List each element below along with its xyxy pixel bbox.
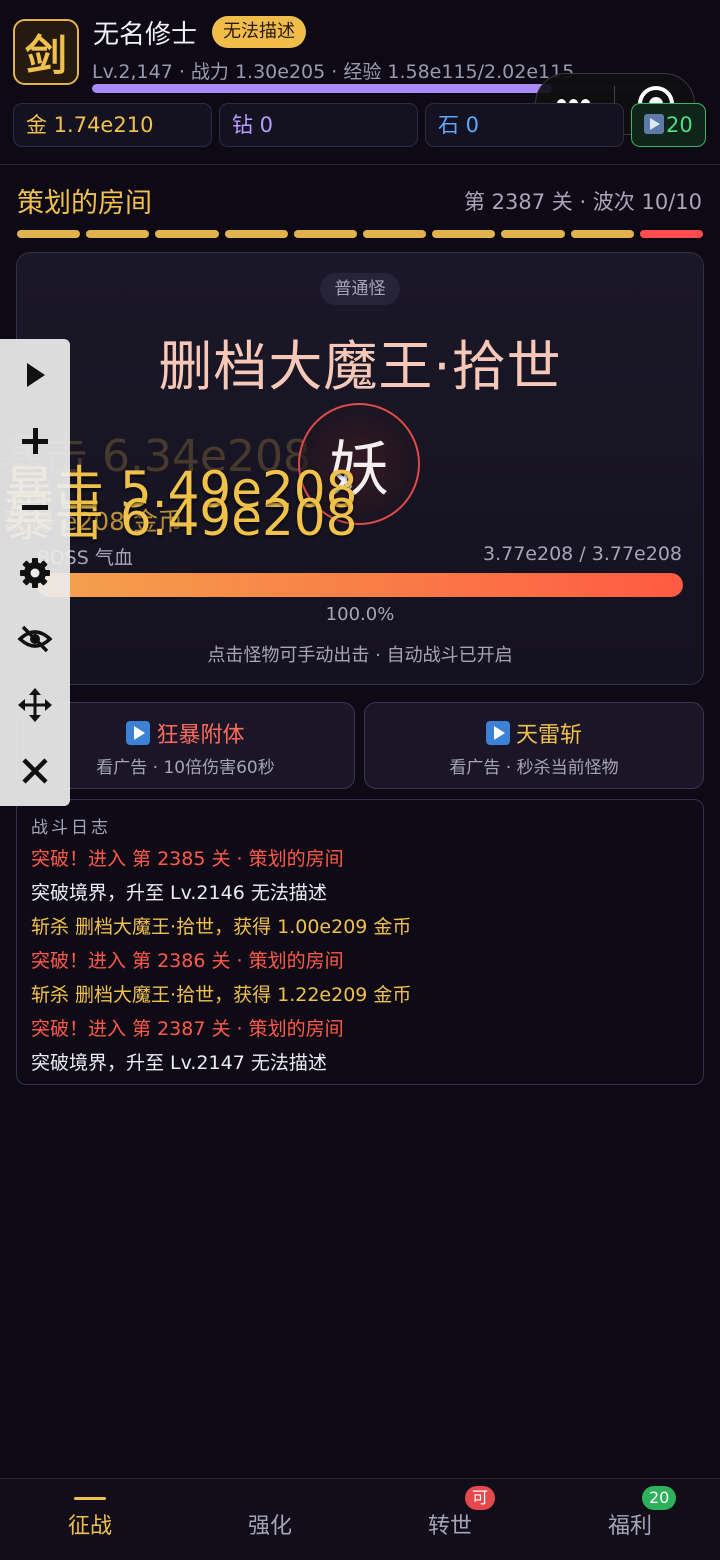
nav-tab-welfare[interactable]: 福利 xyxy=(540,1508,720,1540)
wave-segment xyxy=(570,230,634,238)
log-entry: 斩杀 删档大魔王·拾世，获得 1.00e209 金币 xyxy=(31,916,412,938)
ad-counter-button[interactable]: 20 xyxy=(631,103,706,147)
stone-resource: 石 0 xyxy=(425,103,624,147)
exp-bar-fill xyxy=(92,84,553,93)
settings-icon[interactable] xyxy=(12,550,58,596)
log-entry: 突破！进入 第 2386 关 · 策划的房间 xyxy=(31,950,344,972)
zoom-out-icon[interactable] xyxy=(12,484,58,530)
boss-hp-fill xyxy=(37,573,683,597)
welfare-badge: 20 xyxy=(642,1486,677,1510)
reincarnate-badge: 可 xyxy=(465,1486,496,1510)
stage-name: 策划的房间 xyxy=(17,188,152,219)
video-play-icon xyxy=(485,721,510,745)
nav-active-indicator xyxy=(74,1497,106,1500)
video-play-icon xyxy=(644,114,664,134)
header-divider xyxy=(0,164,720,165)
wave-segment xyxy=(155,230,219,238)
realm-badge: 无法描述 xyxy=(212,16,306,48)
zoom-in-icon[interactable] xyxy=(12,418,58,464)
hide-icon[interactable] xyxy=(12,616,58,662)
log-entry: 突破境界，升至 Lv.2146 无法描述 xyxy=(31,882,327,904)
boss-hp-value: 3.77e208 / 3.77e208 xyxy=(483,543,682,565)
boss-hp-percent: 100.0% xyxy=(325,604,395,625)
player-stats: Lv.2,147 · 战力 1.30e205 · 经验 1.58e115/2.0… xyxy=(92,61,575,83)
battle-log-title: 战斗日志 xyxy=(31,818,111,838)
wave-segment xyxy=(639,230,703,238)
wave-segment xyxy=(432,230,496,238)
stage-info: 第 2387 关 · 波次 10/10 xyxy=(463,190,702,214)
thunder-slash-subtitle: 看广告 · 秒杀当前怪物 xyxy=(449,758,619,778)
move-icon[interactable] xyxy=(12,682,58,728)
gold-resource: 金 1.74e210 xyxy=(13,103,212,147)
thunder-slash-ad-button[interactable]: 天雷斩 看广告 · 秒杀当前怪物 xyxy=(364,702,704,789)
monster-name: 删档大魔王·拾世 xyxy=(158,335,562,398)
nav-tab-reincarnate[interactable]: 转世 xyxy=(360,1508,540,1540)
thunder-slash-title: 天雷斩 xyxy=(515,723,582,748)
log-entry: 突破！进入 第 2387 关 · 策划的房间 xyxy=(31,1018,344,1040)
nav-tab-enhance[interactable]: 强化 xyxy=(180,1508,360,1540)
nav-tab-campaign[interactable]: 征战 xyxy=(0,1508,180,1540)
battle-hint: 点击怪物可手动出击 · 自动战斗已开启 xyxy=(207,645,513,666)
wave-segment xyxy=(224,230,288,238)
battle-log xyxy=(16,799,704,1085)
boss-hp-bar xyxy=(37,573,683,597)
log-entry: 突破！进入 第 2385 关 · 策划的房间 xyxy=(31,848,344,870)
wave-segment xyxy=(501,230,565,238)
log-entry: 斩杀 删档大魔王·拾世，获得 1.22e209 金币 xyxy=(31,984,412,1006)
berserk-title: 狂暴附体 xyxy=(156,723,245,748)
diamond-resource: 钻 0 xyxy=(219,103,418,147)
wave-segment xyxy=(86,230,150,238)
wave-segment xyxy=(17,230,81,238)
log-entry: 突破境界，升至 Lv.2147 无法描述 xyxy=(31,1052,327,1074)
close-icon[interactable] xyxy=(12,748,58,794)
monster-type-tag: 普通怪 xyxy=(320,273,400,305)
player-avatar[interactable]: 剑 xyxy=(13,19,79,85)
play-icon[interactable] xyxy=(12,352,58,398)
wave-segment xyxy=(293,230,357,238)
player-name: 无名修士 xyxy=(93,20,198,50)
wave-segment xyxy=(363,230,427,238)
ad-count: 20 xyxy=(666,113,693,137)
video-play-icon xyxy=(126,721,151,745)
